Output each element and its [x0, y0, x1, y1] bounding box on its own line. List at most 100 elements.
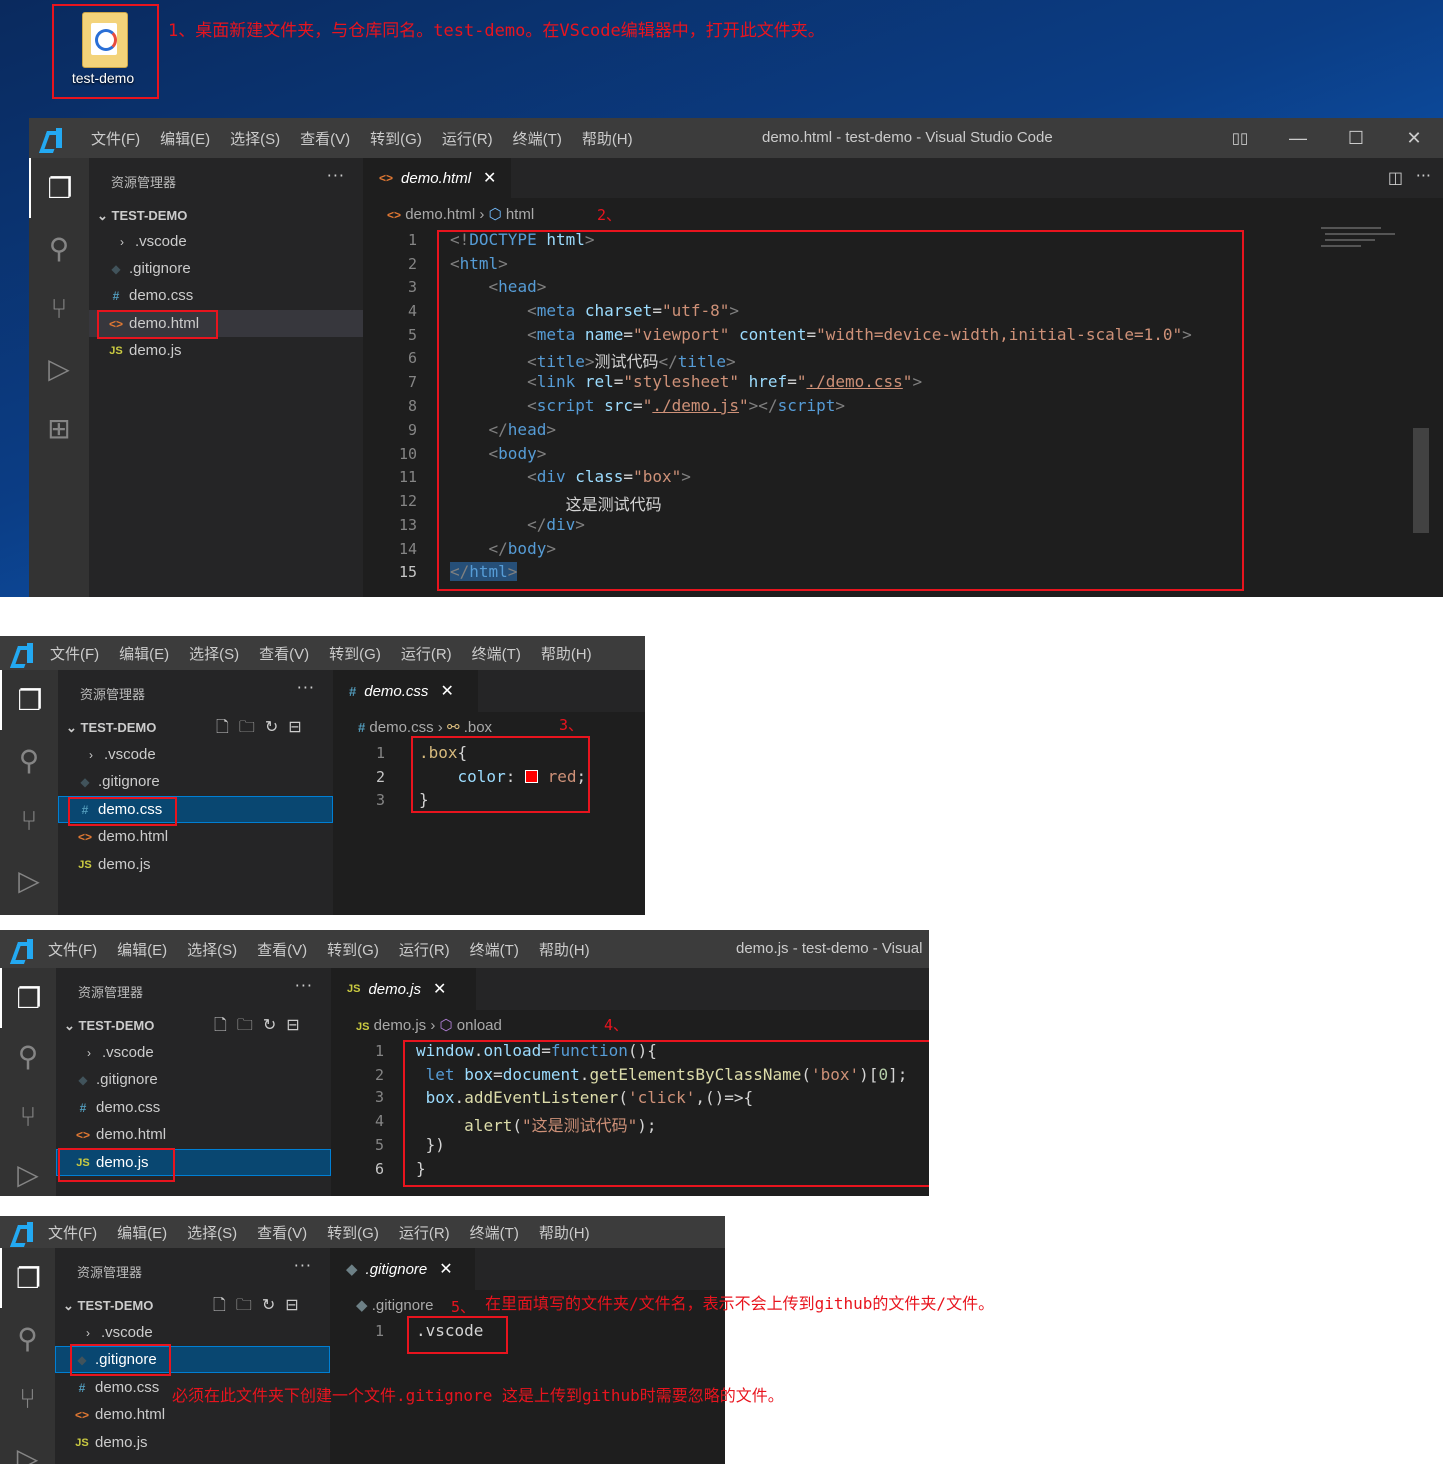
project-header[interactable]: ⌄ TEST-DEMO [63, 1298, 153, 1314]
file-html[interactable]: <> demo.html [58, 823, 333, 850]
menu-edit[interactable]: 编辑(E) [119, 643, 169, 664]
tab-demo-html[interactable]: <> demo.html ✕ [363, 158, 511, 198]
more-actions-icon[interactable]: ··· [295, 976, 313, 995]
project-header[interactable]: ⌄ TEST-DEMO [97, 208, 187, 224]
menu-go[interactable]: 转到(G) [329, 643, 381, 664]
menu-terminal[interactable]: 终端(T) [513, 128, 562, 149]
menu-edit[interactable]: 编辑(E) [117, 1222, 167, 1243]
explorer-toolbar[interactable]: 🗋🗀↻⊟ [214, 1014, 310, 1041]
file-css[interactable]: # demo.css [56, 1094, 331, 1121]
file-vscode[interactable]: › .vscode [89, 228, 363, 255]
split-editor-icon[interactable]: ◫ [1388, 168, 1403, 187]
minimize-icon[interactable]: — [1269, 128, 1327, 149]
menu-view[interactable]: 查看(V) [300, 128, 350, 149]
menu-go[interactable]: 转到(G) [327, 939, 379, 960]
tab-demo-css[interactable]: # demo.css ✕ [333, 670, 478, 712]
menu-terminal[interactable]: 终端(T) [470, 1222, 519, 1243]
run-debug-icon[interactable]: ▷ [29, 338, 89, 398]
menu-view[interactable]: 查看(V) [259, 643, 309, 664]
menu-run[interactable]: 运行(R) [399, 939, 450, 960]
project-header[interactable]: ⌄ TEST-DEMO [66, 720, 156, 736]
file-html[interactable]: <> demo.html [56, 1121, 331, 1148]
search-icon[interactable]: ⚲ [0, 730, 58, 790]
tab-bar: JS demo.js ✕ [331, 968, 929, 1010]
run-debug-icon[interactable]: ▷ [0, 1144, 56, 1196]
menu-selection[interactable]: 选择(S) [187, 1222, 237, 1243]
menu-selection[interactable]: 选择(S) [189, 643, 239, 664]
menu-file[interactable]: 文件(F) [91, 128, 140, 149]
tab-close-icon[interactable]: ✕ [433, 979, 446, 999]
menu-file[interactable]: 文件(F) [48, 1222, 97, 1243]
breadcrumb[interactable]: ◆ .gitignore [356, 1296, 433, 1314]
menu-selection[interactable]: 选择(S) [187, 939, 237, 960]
more-actions-icon[interactable]: ··· [327, 166, 345, 185]
menu-view[interactable]: 查看(V) [257, 939, 307, 960]
more-actions-icon[interactable]: ··· [1416, 166, 1431, 185]
project-header[interactable]: ⌄ TEST-DEMO [64, 1018, 154, 1034]
breadcrumb[interactable]: # demo.css › ⚯ .box [358, 718, 492, 736]
menu-file[interactable]: 文件(F) [50, 643, 99, 664]
explorer-icon[interactable]: ❐ [0, 968, 56, 1028]
note-must-create: 必须在此文件夹下创建一个文件.gitignore 这是上传到github时需要忽… [172, 1386, 784, 1405]
search-icon[interactable]: ⚲ [0, 1308, 55, 1368]
tab-close-icon[interactable]: ✕ [483, 168, 496, 188]
tab-gitignore[interactable]: ◆ .gitignore ✕ [330, 1248, 475, 1290]
explorer-icon[interactable]: ❐ [0, 670, 58, 730]
breadcrumb[interactable]: <> demo.html › ⬡ html [387, 205, 534, 223]
file-vscode[interactable]: › .vscode [55, 1319, 330, 1346]
file-gitignore[interactable]: ◆ .gitignore [58, 768, 333, 795]
more-actions-icon[interactable]: ··· [297, 678, 315, 697]
file-css[interactable]: # demo.css [89, 282, 363, 309]
source-control-icon[interactable]: ⑂ [0, 1086, 56, 1146]
menu-go[interactable]: 转到(G) [327, 1222, 379, 1243]
layout-icon[interactable]: ▯▯ [1211, 129, 1269, 147]
explorer-icon[interactable]: ❐ [0, 1248, 55, 1308]
menu-selection[interactable]: 选择(S) [230, 128, 280, 149]
menu-help[interactable]: 帮助(H) [541, 643, 592, 664]
menu-edit[interactable]: 编辑(E) [117, 939, 167, 960]
js-file-icon: JS [75, 1436, 89, 1449]
more-actions-icon[interactable]: ··· [294, 1256, 312, 1275]
source-control-icon[interactable]: ⑂ [29, 278, 89, 338]
menu-go[interactable]: 转到(G) [370, 128, 422, 149]
run-debug-icon[interactable]: ▷ [0, 850, 58, 910]
source-control-icon[interactable]: ⑂ [0, 790, 58, 850]
menu-run[interactable]: 运行(R) [442, 128, 493, 149]
menu-terminal[interactable]: 终端(T) [470, 939, 519, 960]
close-icon[interactable]: ✕ [1385, 128, 1443, 149]
menu-terminal[interactable]: 终端(T) [472, 643, 521, 664]
source-control-icon[interactable]: ⑂ [0, 1368, 55, 1428]
search-icon[interactable]: ⚲ [0, 1026, 56, 1086]
menu-view[interactable]: 查看(V) [257, 1222, 307, 1243]
breadcrumb[interactable]: JS demo.js › ⬡ onload [356, 1016, 502, 1034]
explorer-toolbar[interactable]: 🗋🗀↻⊟ [216, 716, 312, 743]
file-gitignore[interactable]: ◆ .gitignore [56, 1066, 331, 1093]
maximize-icon[interactable]: ☐ [1327, 128, 1385, 149]
tab-close-icon[interactable]: ✕ [439, 1259, 452, 1279]
search-icon[interactable]: ⚲ [29, 218, 89, 278]
file-vscode[interactable]: › .vscode [58, 741, 333, 768]
file-js[interactable]: JS demo.js [58, 851, 333, 878]
menu-file[interactable]: 文件(F) [48, 939, 97, 960]
menu-run[interactable]: 运行(R) [401, 643, 452, 664]
menu-help[interactable]: 帮助(H) [582, 128, 633, 149]
menu-edit[interactable]: 编辑(E) [160, 128, 210, 149]
file-gitignore[interactable]: ◆ .gitignore [89, 255, 363, 282]
file-js[interactable]: JS demo.js [89, 337, 363, 364]
line-number: 5 [374, 1136, 384, 1154]
file-vscode[interactable]: › .vscode [56, 1039, 331, 1066]
menu-run[interactable]: 运行(R) [399, 1222, 450, 1243]
tab-close-icon[interactable]: ✕ [440, 681, 453, 701]
explorer-icon[interactable]: ❐ [29, 158, 89, 218]
file-js[interactable]: JS demo.js [55, 1429, 330, 1456]
minimap[interactable] [1319, 223, 1409, 263]
explorer-toolbar[interactable]: 🗋🗀↻⊟ [213, 1294, 309, 1321]
window-title: demo.html - test-demo - Visual Studio Co… [762, 129, 1053, 146]
tab-demo-js[interactable]: JS demo.js ✕ [331, 968, 476, 1010]
run-debug-icon[interactable]: ▷ [0, 1428, 55, 1464]
scrollbar[interactable] [1413, 428, 1429, 533]
extensions-icon[interactable]: ⊞ [29, 398, 89, 458]
vscode-logo-icon [12, 1222, 34, 1242]
menu-help[interactable]: 帮助(H) [539, 939, 590, 960]
menu-help[interactable]: 帮助(H) [539, 1222, 590, 1243]
